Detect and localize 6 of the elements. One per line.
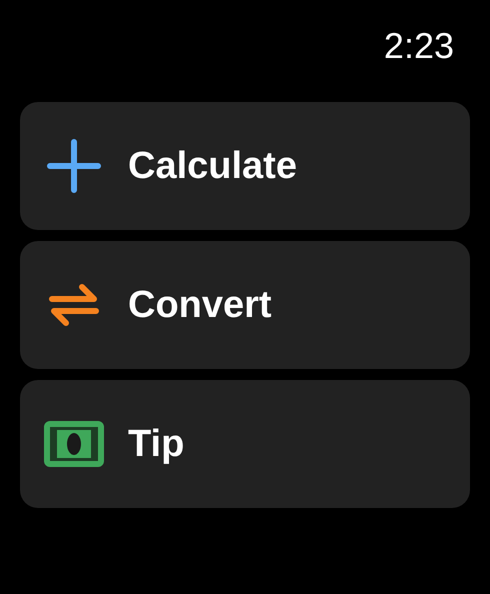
menu-item[interactable]: Tip <box>20 380 470 508</box>
menu-item[interactable]: Convert <box>20 241 470 369</box>
banknote-icon <box>44 421 104 467</box>
status-time: 2:23 <box>384 28 454 64</box>
plus-icon <box>46 138 102 194</box>
menu-item[interactable]: Calculate <box>20 102 470 230</box>
